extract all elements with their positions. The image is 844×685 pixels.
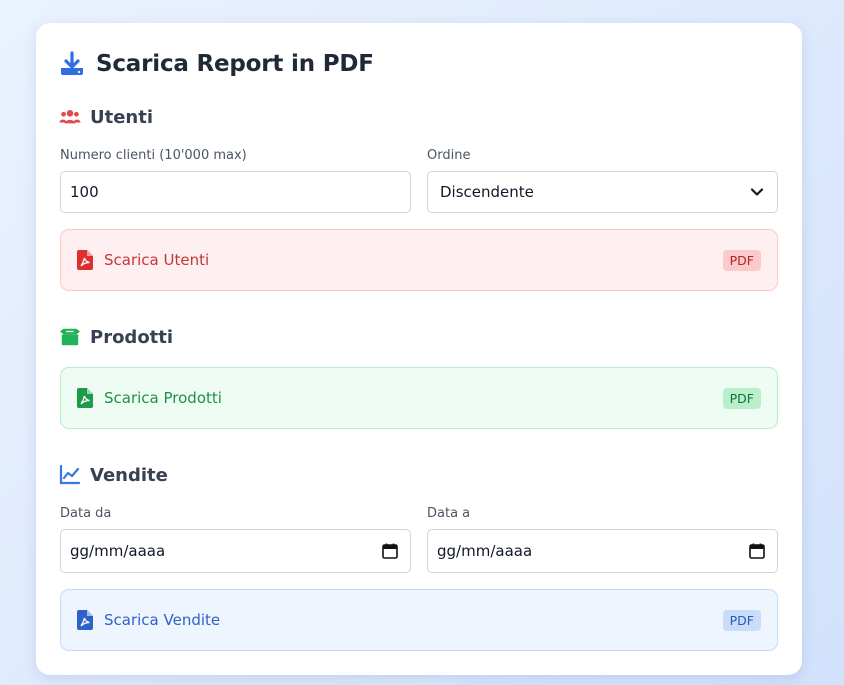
download-users-label: Scarica Utenti [104,251,210,269]
client-count-label: Numero clienti (10'000 max) [60,148,247,163]
order-select[interactable]: Discendente [427,171,778,213]
order-label: Ordine [427,148,471,163]
download-sales-button[interactable]: Scarica Vendite PDF [60,589,778,651]
pdf-badge: PDF [722,249,761,271]
products-section-header: Prodotti [59,326,173,348]
products-section-title: Prodotti [90,326,174,348]
sales-section-title: Vendite [90,464,168,486]
file-pdf-icon [77,388,93,408]
pdf-badge: PDF [722,609,761,631]
date-to-label: Data a [427,506,471,521]
chevron-down-icon [750,188,764,196]
download-products-label: Scarica Prodotti [104,389,222,407]
download-products-button[interactable]: Scarica Prodotti PDF [60,367,778,429]
download-sales-label: Scarica Vendite [104,611,221,629]
date-to-value: gg/mm/aaaa [437,542,533,560]
order-value: Discendente [440,183,534,201]
box-icon [59,328,81,346]
file-pdf-icon [77,250,93,270]
users-section-title: Utenti [90,106,154,128]
calendar-icon[interactable] [748,542,766,560]
download-icon [61,51,83,75]
line-chart-icon [59,464,81,485]
report-card: Scarica Report in PDF Utenti Numero clie… [36,23,802,675]
client-count-input[interactable]: 100 [60,171,411,213]
card-header: Scarica Report in PDF [59,51,374,77]
client-count-value: 100 [70,183,99,201]
date-to-input[interactable]: gg/mm/aaaa [427,529,778,573]
page-title: Scarica Report in PDF [96,51,374,77]
download-users-button[interactable]: Scarica Utenti PDF [60,229,778,291]
sales-section-header: Vendite [59,464,168,486]
date-from-value: gg/mm/aaaa [70,542,166,560]
file-pdf-icon [77,610,93,630]
users-section-header: Utenti [59,106,153,128]
calendar-icon[interactable] [381,542,399,560]
users-icon [59,110,81,124]
date-from-label: Data da [60,506,112,521]
date-from-input[interactable]: gg/mm/aaaa [60,529,411,573]
pdf-badge: PDF [722,387,761,409]
